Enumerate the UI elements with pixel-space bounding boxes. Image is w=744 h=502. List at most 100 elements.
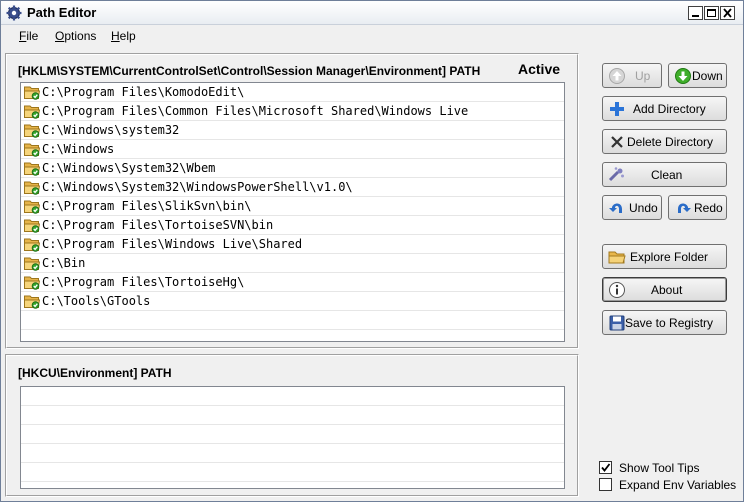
about-label: About	[651, 283, 683, 297]
explore-folder-button[interactable]: Explore Folder	[602, 244, 727, 269]
minimize-icon	[692, 15, 699, 17]
menu-help[interactable]: Help	[111, 29, 136, 43]
delete-x-icon	[611, 136, 623, 148]
user-path-list[interactable]	[20, 386, 565, 489]
menu-file[interactable]: File	[19, 29, 38, 43]
about-button[interactable]: About	[602, 277, 727, 302]
system-path-row[interactable]: C:\Windows	[21, 140, 564, 159]
maximize-icon	[707, 9, 716, 17]
system-path-panel: [HKLM\SYSTEM\CurrentControlSet\Control\S…	[5, 53, 579, 349]
user-path-row[interactable]	[21, 482, 564, 488]
system-path-row[interactable]: C:\Program Files\TortoiseHg\	[21, 273, 564, 292]
folder-check-icon	[24, 180, 41, 195]
add-directory-button[interactable]: Add Directory	[602, 96, 727, 121]
system-path-row-text: C:\Tools\GTools	[42, 294, 151, 308]
menu-options[interactable]: Options	[55, 29, 96, 43]
user-path-row[interactable]	[21, 463, 564, 482]
user-path-row[interactable]	[21, 387, 564, 406]
window-title: Path Editor	[27, 5, 97, 20]
system-path-row[interactable]: C:\Bin	[21, 254, 564, 273]
system-path-row-text: C:\Program Files\Windows Live\Shared	[42, 237, 303, 251]
redo-label: Redo	[694, 201, 723, 215]
clean-label: Clean	[651, 168, 683, 182]
maximize-button[interactable]	[704, 6, 719, 20]
delete-directory-label: Delete Directory	[627, 135, 714, 149]
user-path-row[interactable]	[21, 444, 564, 463]
delete-directory-button[interactable]: Delete Directory	[602, 129, 727, 154]
down-button-label: Down	[692, 69, 723, 83]
menu-help-label: elp	[119, 29, 136, 43]
close-button[interactable]	[720, 6, 735, 20]
user-path-row[interactable]	[21, 406, 564, 425]
up-button-label: Up	[635, 69, 651, 83]
panel-splitter[interactable]	[5, 349, 579, 353]
save-disk-icon	[609, 315, 625, 331]
clean-button[interactable]: Clean	[602, 162, 727, 187]
minimize-button[interactable]	[688, 6, 703, 20]
expand-env-variables-checkbox[interactable]	[599, 478, 612, 491]
folder-check-icon	[24, 218, 41, 233]
menu-file-label: ile	[26, 29, 39, 43]
system-path-list[interactable]: C:\Program Files\KomodoEdit\ C:\Program F…	[20, 82, 565, 342]
system-path-row-text: C:\Bin	[42, 256, 86, 270]
system-path-row-text: C:\Program Files\KomodoEdit\	[42, 85, 245, 99]
undo-button[interactable]: Undo	[602, 195, 662, 220]
undo-label: Undo	[629, 201, 658, 215]
system-path-row-text: C:\Windows\system32	[42, 123, 180, 137]
system-path-row-text: C:\Program Files\Common Files\Microsoft …	[42, 104, 469, 118]
system-path-row[interactable]: C:\Windows\System32\Wbem	[21, 159, 564, 178]
redo-button[interactable]: Redo	[668, 195, 727, 220]
folder-icon	[608, 251, 626, 264]
clean-sparkle-icon	[608, 167, 624, 182]
arrow-up-icon	[609, 68, 625, 84]
save-to-registry-button[interactable]: Save to Registry	[602, 310, 727, 335]
system-path-row[interactable]: C:\Program Files\Common Files\Microsoft …	[21, 102, 564, 121]
active-indicator: Active	[518, 61, 561, 77]
folder-check-icon	[24, 256, 41, 271]
system-path-row-text: C:\Windows\System32\WindowsPowerShell\v1…	[42, 180, 353, 194]
system-path-row-text: C:\Windows	[42, 142, 115, 156]
arrow-down-icon	[675, 68, 691, 84]
system-path-header: [HKLM\SYSTEM\CurrentControlSet\Control\S…	[18, 64, 481, 78]
menu-bar: File Options Help	[1, 26, 743, 46]
menu-options-mnemonic: O	[55, 29, 65, 43]
show-tool-tips-label[interactable]: Show Tool Tips	[619, 461, 700, 475]
explore-folder-label: Explore Folder	[630, 250, 709, 264]
system-path-row-text: C:\Program Files\TortoiseSVN\bin	[42, 218, 274, 232]
system-path-row[interactable]: C:\Windows\System32\WindowsPowerShell\v1…	[21, 178, 564, 197]
save-to-registry-label: Save to Registry	[625, 316, 714, 330]
system-path-row[interactable]	[21, 330, 564, 341]
system-path-row-text: C:\Program Files\TortoiseHg\	[42, 275, 245, 289]
user-path-panel: [HKCU\Environment] PATH	[5, 354, 579, 497]
user-path-header: [HKCU\Environment] PATH	[18, 366, 172, 380]
app-gear-icon	[6, 5, 22, 21]
plus-icon	[610, 102, 624, 116]
up-button[interactable]: Up	[602, 63, 662, 88]
system-path-row[interactable]: C:\Program Files\KomodoEdit\	[21, 83, 564, 102]
system-path-row[interactable]	[21, 311, 564, 330]
title-bar[interactable]: Path Editor	[1, 1, 743, 25]
redo-icon	[678, 203, 691, 213]
system-path-row[interactable]: C:\Tools\GTools	[21, 292, 564, 311]
system-path-row[interactable]: C:\Program Files\TortoiseSVN\bin	[21, 216, 564, 235]
folder-check-icon	[24, 237, 41, 252]
undo-icon	[609, 203, 622, 213]
system-path-row[interactable]: C:\Program Files\SlikSvn\bin\	[21, 197, 564, 216]
folder-check-icon	[24, 142, 41, 157]
add-directory-label: Add Directory	[633, 102, 706, 116]
close-icon	[723, 8, 732, 18]
menu-options-label: ptions	[64, 29, 97, 43]
show-tool-tips-checkbox[interactable]	[599, 461, 612, 474]
expand-env-variables-label[interactable]: Expand Env Variables	[619, 478, 736, 492]
system-path-row[interactable]: C:\Windows\system32	[21, 121, 564, 140]
path-editor-window: Path Editor File Options Help [HKLM\SYST…	[0, 0, 744, 502]
folder-check-icon	[24, 275, 41, 290]
folder-check-icon	[24, 294, 41, 309]
user-path-row[interactable]	[21, 425, 564, 444]
menu-help-mnemonic: H	[111, 29, 120, 43]
system-path-row-text: C:\Windows\System32\Wbem	[42, 161, 216, 175]
folder-check-icon	[24, 85, 41, 100]
down-button[interactable]: Down	[668, 63, 727, 88]
system-path-row[interactable]: C:\Program Files\Windows Live\Shared	[21, 235, 564, 254]
folder-check-icon	[24, 161, 41, 176]
